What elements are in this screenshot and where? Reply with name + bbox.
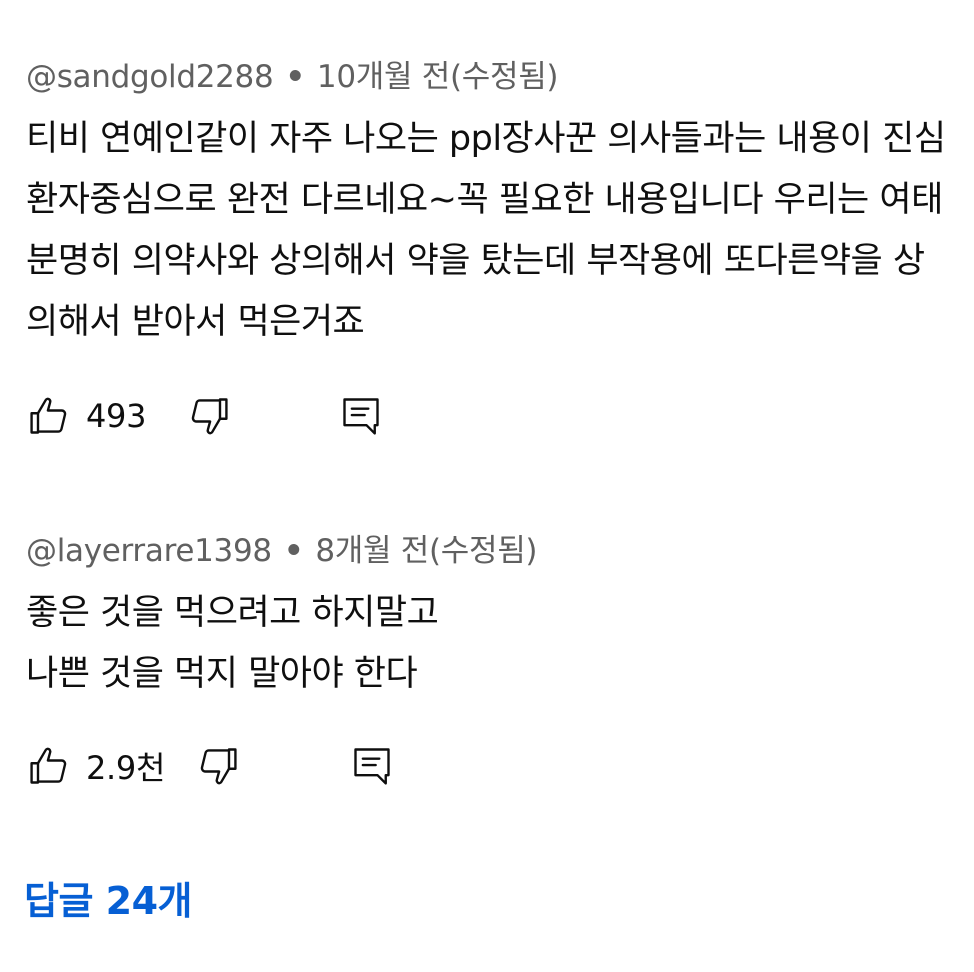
comment-time[interactable]: 8개월 전(수정됨) — [315, 533, 537, 569]
comment-text: 좋은 것을 먹으려고 하지말고 나쁜 것을 먹지 말아야 한다 — [26, 593, 439, 694]
reply-button[interactable] — [338, 393, 384, 439]
dislike-button[interactable] — [195, 743, 241, 789]
like-count: 493 — [86, 397, 147, 435]
view-replies-link[interactable]: 답글 24개 — [24, 870, 193, 925]
reply-comment-icon — [354, 748, 390, 785]
reply-comment-icon — [343, 398, 379, 435]
comment-actions: 493 — [26, 392, 384, 440]
meta-separator: • — [283, 533, 304, 569]
dislike-button[interactable] — [186, 393, 232, 439]
comment-author[interactable]: @layerrare1398 — [26, 533, 272, 569]
thumb-down-icon — [200, 748, 237, 785]
like-count: 2.9천 — [86, 749, 166, 787]
comment-text: 티비 연예인같이 자주 나오는 ppl장사꾼 의사들과는 내용이 진심 환자중심… — [26, 119, 946, 342]
comment-time[interactable]: 10개월 전(수정됨) — [317, 59, 559, 95]
meta-separator: • — [285, 59, 305, 95]
comment-meta: @layerrare1398 • 8개월 전(수정됨) — [26, 526, 954, 576]
like-button[interactable] — [26, 743, 72, 789]
comment-author[interactable]: @sandgold2288 — [26, 59, 274, 95]
comment-1: @sandgold2288 • 10개월 전(수정됨) 티비 연예인같이 자주 나오… — [26, 52, 954, 435]
thumb-up-icon — [30, 747, 67, 784]
thumb-down-icon — [191, 398, 228, 435]
like-button[interactable] — [26, 393, 72, 439]
reply-button[interactable] — [349, 743, 395, 789]
comment-2: @layerrare1398 • 8개월 전(수정됨) 좋은 것을 먹으려고 하지말… — [26, 526, 954, 787]
comment-meta: @sandgold2288 • 10개월 전(수정됨) — [26, 52, 954, 102]
comment-actions: 2.9천 — [26, 742, 395, 790]
thumb-up-icon — [30, 397, 67, 434]
